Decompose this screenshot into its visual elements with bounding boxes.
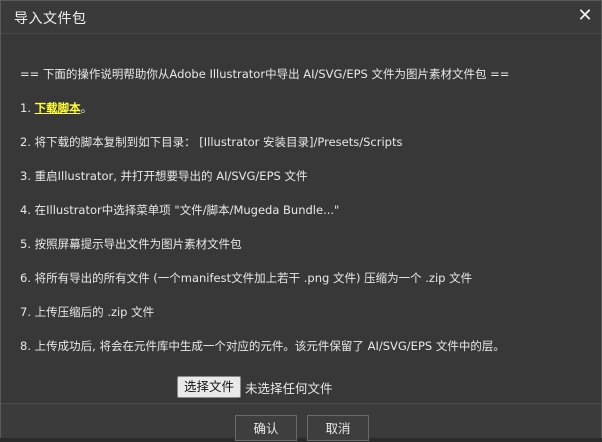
instructions-heading: == 下面的操作说明帮助你从Adobe Illustrator中导出 AI/SV… xyxy=(20,67,510,81)
step-3: 3. 重启Illustrator, 并打开想要导出的 AI/SVG/EPS 文件 xyxy=(20,169,308,183)
step-1: 1. 下载脚本。 xyxy=(20,100,92,116)
import-bundle-dialog: 导入文件包 ✕ == 下面的操作说明帮助你从Adobe Illustrator中… xyxy=(0,0,602,441)
step-8: 8. 上传成功后, 将会在元件库中生成一个对应的元件。该元件保留了 AI/SVG… xyxy=(20,339,505,353)
choose-file-button[interactable]: 选择文件 xyxy=(177,376,242,398)
confirm-button[interactable]: 确认 xyxy=(235,415,297,441)
file-status: 未选择任何文件 xyxy=(245,380,333,396)
step-4: 4. 在Illustrator中选择菜单项 "文件/脚本/Mugeda Bund… xyxy=(20,203,340,217)
dialog-title: 导入文件包 xyxy=(14,11,87,27)
instructions-panel: == 下面的操作说明帮助你从Adobe Illustrator中导出 AI/SV… xyxy=(1,34,601,403)
download-script-link[interactable]: 下载脚本 xyxy=(35,101,81,115)
step-1-prefix: 1. xyxy=(20,101,35,115)
step-5: 5. 按照屏幕提示导出文件为图片素材文件包 xyxy=(20,237,242,251)
step-2: 2. 将下载的脚本复制到如下目录： [Illustrator 安装目录]/Pre… xyxy=(20,135,403,149)
step-7: 7. 上传压缩后的 .zip 文件 xyxy=(20,305,155,319)
dialog-titlebar: 导入文件包 ✕ xyxy=(1,1,601,34)
step-6: 6. 将所有导出的所有文件 (一个manifest文件加上若干 .png 文件)… xyxy=(20,271,473,285)
step-1-suffix: 。 xyxy=(80,101,93,115)
close-icon[interactable]: ✕ xyxy=(575,6,595,26)
cancel-button[interactable]: 取消 xyxy=(307,415,369,441)
dialog-footer: 确认 取消 xyxy=(1,403,601,441)
file-input: 选择文件 未选择任何文件 xyxy=(177,376,333,398)
